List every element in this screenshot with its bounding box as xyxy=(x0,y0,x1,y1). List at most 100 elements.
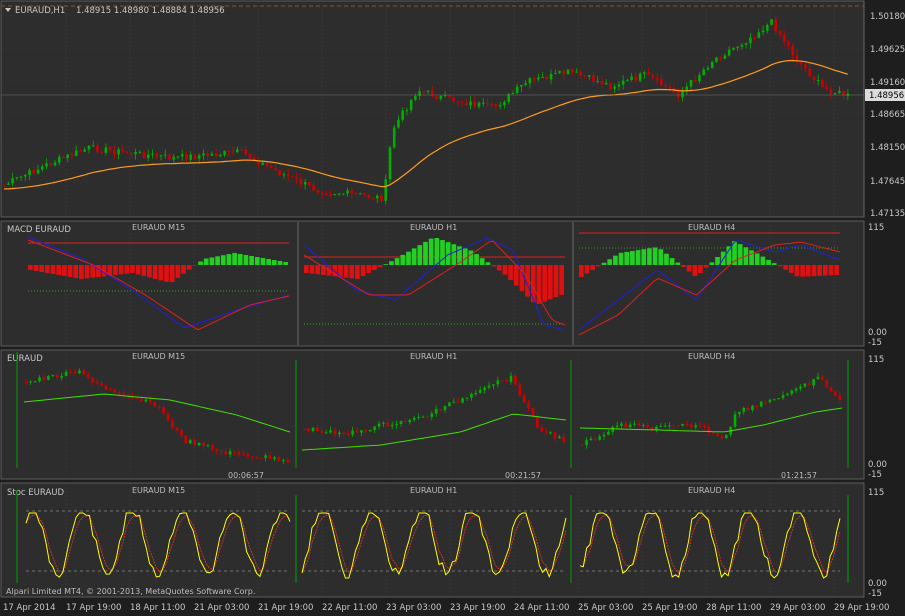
main-candle-body xyxy=(664,85,667,87)
macd-histogram-bar xyxy=(50,265,56,274)
main-candle-body xyxy=(727,49,731,56)
macd-histogram-bar xyxy=(226,254,232,265)
main-candle-body xyxy=(587,75,591,77)
main-candle-body xyxy=(401,110,404,120)
main-candle-body xyxy=(7,183,10,185)
macd-histogram-bar xyxy=(237,254,243,265)
main-chart-area[interactable] xyxy=(1,1,864,217)
price-label-7: 1.47135 xyxy=(870,209,905,219)
panel-candle-body xyxy=(180,430,183,436)
main-candle-body xyxy=(515,86,519,93)
macd-histogram-bar xyxy=(596,265,601,267)
macd-histogram-bar xyxy=(349,265,355,279)
panel-candle-body xyxy=(628,424,632,428)
main-candle-body xyxy=(732,47,735,50)
main-candle-body xyxy=(630,76,633,80)
price-label-5: 1.48150 xyxy=(870,143,905,153)
panel-candle-body xyxy=(29,381,32,383)
main-candle-body xyxy=(583,75,587,77)
main-candle-body xyxy=(626,79,629,81)
main-candle-body xyxy=(274,168,277,171)
main-candle-body xyxy=(392,127,396,148)
main-candle-body xyxy=(189,154,192,160)
macd-histogram-bar xyxy=(607,259,613,265)
panel-candle-body xyxy=(215,449,219,452)
macd-histogram-bar xyxy=(613,255,618,265)
main-candle-body xyxy=(375,195,379,199)
main-candle-body xyxy=(384,179,387,201)
chart-header[interactable]: EURAUD,H1 1.48915 1.48980 1.48884 1.4895… xyxy=(5,6,225,16)
macd-histogram-bar xyxy=(164,265,169,282)
main-candle-body xyxy=(448,95,451,97)
macd-histogram-bar xyxy=(271,260,277,265)
stoch-title: Stoc EURAUD xyxy=(7,488,64,498)
main-candle-body xyxy=(774,19,778,32)
panel-candle-body xyxy=(829,387,833,392)
time-label-10: 25 Apr 03:00 xyxy=(578,603,633,613)
panel-candle-body xyxy=(681,424,684,426)
main-candle-body xyxy=(473,101,477,107)
panel-candle-body xyxy=(171,420,174,428)
panel-candle-body xyxy=(443,406,447,411)
price-sub-m15: EURAUD M15 xyxy=(132,352,185,361)
main-candle-body xyxy=(134,152,137,155)
panel-candle-body xyxy=(461,398,464,403)
main-candle-body xyxy=(303,182,307,185)
panel-candle-body xyxy=(82,370,86,375)
time-label-14: 29 Apr 19:00 xyxy=(834,603,889,613)
panel-candle-body xyxy=(642,424,645,426)
panel-candle-body xyxy=(333,430,337,435)
panel-candle-body xyxy=(825,379,829,388)
macd-histogram-bar xyxy=(647,248,652,265)
price-label-2: 1.49625 xyxy=(870,45,905,55)
panel-candle-body xyxy=(816,376,820,380)
macd-histogram-bar xyxy=(28,265,33,270)
main-candle-body xyxy=(825,86,828,90)
panel-candle-body xyxy=(324,432,328,434)
panel-candle-body xyxy=(206,445,210,447)
panel-candle-body xyxy=(838,395,842,401)
main-candle-body xyxy=(363,193,366,195)
main-candle-body xyxy=(286,174,290,177)
macd-histogram-bar xyxy=(794,265,800,277)
panel-candle-body xyxy=(404,421,407,423)
panel-candle-body xyxy=(104,385,108,390)
macd-histogram-bar xyxy=(113,265,118,275)
macd-histogram-bar xyxy=(181,265,186,274)
main-candle-body xyxy=(431,90,434,97)
main-candle-body xyxy=(681,91,684,98)
macd-histogram-bar xyxy=(411,248,417,265)
panel-candle-body xyxy=(51,375,55,377)
macd-histogram-bar xyxy=(417,245,423,265)
main-candle-body xyxy=(316,190,320,193)
panel-candle-body xyxy=(264,455,267,458)
panel-candle-body xyxy=(812,379,815,386)
macd-histogram-bar xyxy=(209,257,215,265)
macd-histogram-bar xyxy=(822,265,828,276)
panel-candle-body xyxy=(724,434,728,439)
main-candle-body xyxy=(541,76,544,78)
panel-candle-body xyxy=(364,430,368,432)
main-candle-body xyxy=(643,72,646,74)
panel-candle-body xyxy=(421,416,425,418)
panel-candle-body xyxy=(42,377,46,380)
panel-candle-body xyxy=(615,425,619,428)
main-candle-body xyxy=(57,156,61,163)
trading-chart[interactable]: EURAUD,H1 1.48915 1.48980 1.48884 1.4895… xyxy=(0,0,905,616)
macd-histogram-bar xyxy=(389,261,394,265)
panel-candle-body xyxy=(86,374,90,378)
macd-histogram-bar xyxy=(811,265,817,277)
time-label-7: 23 Apr 03:00 xyxy=(386,603,441,613)
main-candle-body xyxy=(151,153,154,155)
macd-histogram-bar xyxy=(771,263,777,265)
panel-candle-body xyxy=(540,427,544,432)
main-candle-body xyxy=(163,154,167,156)
stoch-panel-area[interactable] xyxy=(1,483,864,597)
panel-candle-body xyxy=(122,393,126,395)
stoch-scale-zero: 0.00 xyxy=(868,579,887,589)
panel-candle-body xyxy=(474,393,478,395)
macd-histogram-bar xyxy=(309,265,315,274)
panel-candle-body xyxy=(522,395,526,403)
main-candle-body xyxy=(350,190,354,193)
panel-candle-body xyxy=(55,375,59,378)
